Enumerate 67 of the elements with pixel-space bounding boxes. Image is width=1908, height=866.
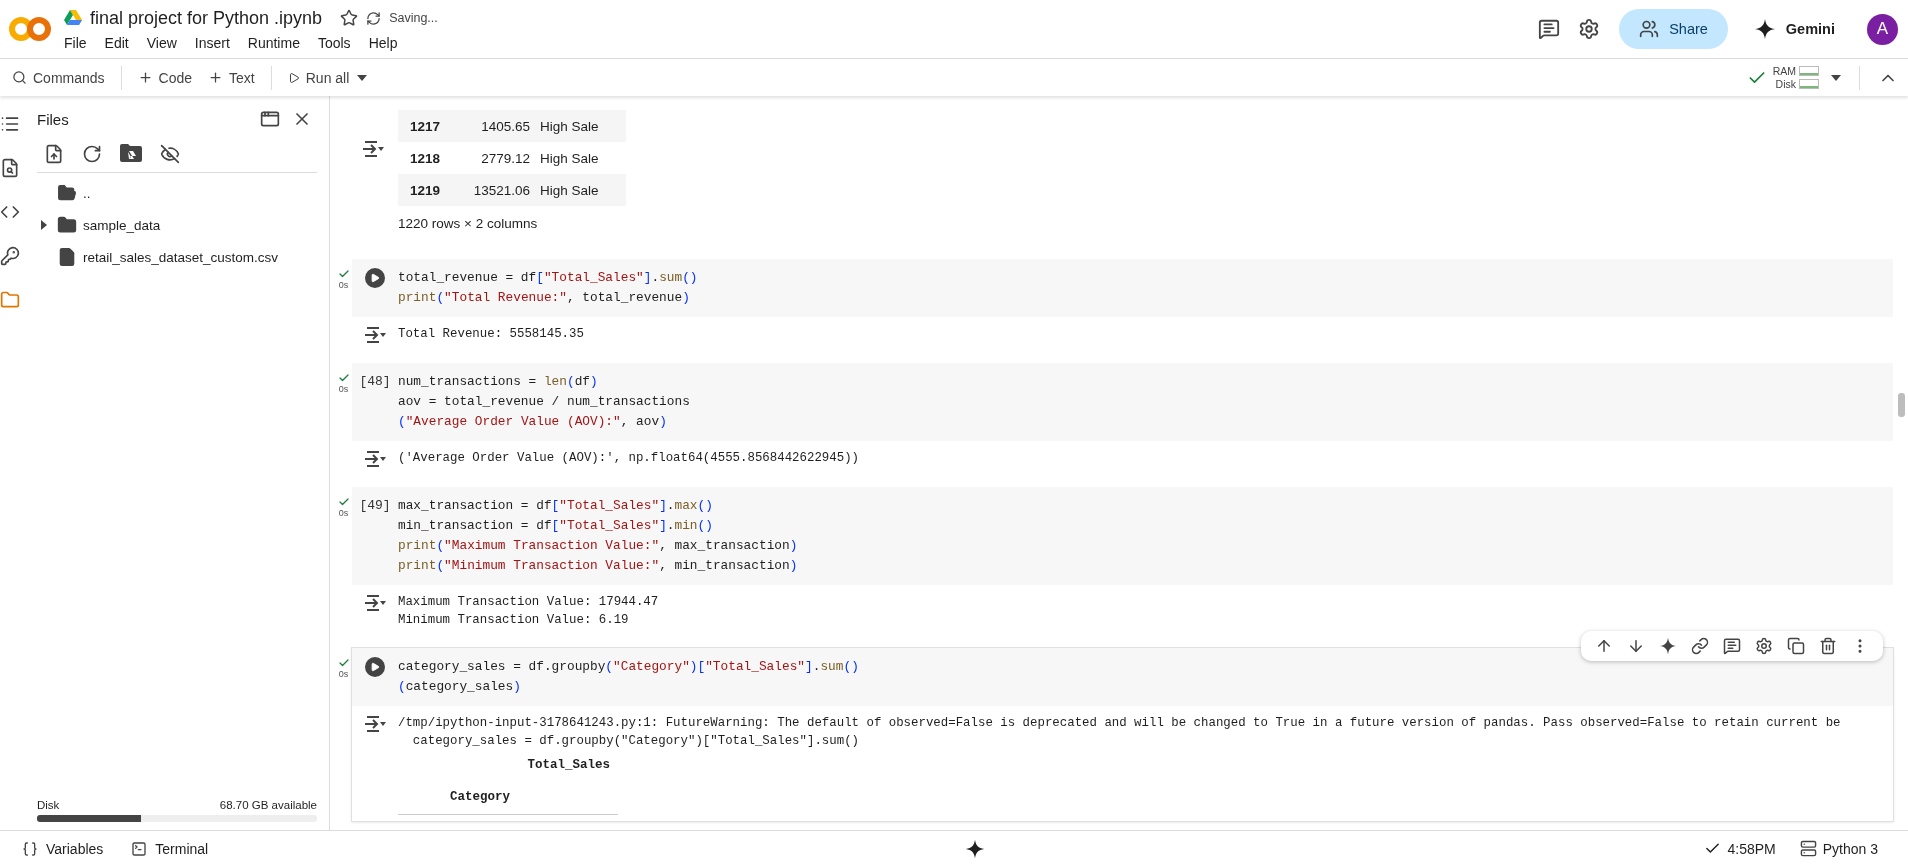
- menu-item[interactable]: Runtime: [247, 34, 307, 51]
- code-line: num_transactions = len(df): [398, 373, 599, 391]
- file-name[interactable]: retail_sales_dataset_custom.csv: [83, 249, 279, 265]
- table-cell: High Sale: [540, 118, 599, 134]
- menu-item[interactable]: Edit: [104, 34, 136, 51]
- table-cell-text: 2779.12: [480, 150, 530, 166]
- column-header: Total_Sales: [527, 758, 610, 774]
- disk-label: Disk: [1775, 78, 1796, 90]
- dataframe-size-label: 1220 rows × 2 columns: [398, 216, 539, 231]
- run-duration: 0s: [338, 280, 349, 290]
- file-name[interactable]: ..: [83, 185, 91, 201]
- code-line: min_transaction = df["Total_Sales"].min(): [398, 517, 714, 535]
- menu-item[interactable]: View: [146, 34, 184, 51]
- code-line: print("Minimum Transaction Value:", min_transaction): [398, 557, 798, 575]
- table-cell: High Sale: [540, 150, 599, 166]
- row-index: 1219: [410, 182, 442, 198]
- save-time: 4:58PM: [1727, 840, 1776, 857]
- menu-item[interactable]: File: [64, 34, 94, 51]
- code-cell[interactable]: [48] num_transactions = len(df) aov = total_revenue / num_transactions ("Average Order Value (AOV):", aov): [352, 363, 1893, 441]
- code-cell[interactable]: total_revenue = df["Total_Sales"].sum() print("Total Revenue:", total_revenue): [352, 259, 1893, 317]
- menu-item[interactable]: Tools: [317, 34, 358, 51]
- run-duration: 0s: [338, 669, 349, 679]
- share-button[interactable]: Share: [1619, 9, 1728, 49]
- table-cell-text: 1405.65: [480, 118, 530, 134]
- code-line: print("Total Revenue:", total_revenue): [398, 289, 691, 307]
- gemini-button[interactable]: Gemini: [1743, 11, 1845, 47]
- run-all-button[interactable]: Run all: [279, 62, 358, 93]
- commands-button[interactable]: Commands: [4, 62, 113, 93]
- code-line: print("Maximum Transaction Value:", max_transaction): [398, 537, 798, 555]
- code-cell[interactable]: [49] max_transaction = df["Total_Sales"].max() min_transaction = df["Total_Sales"].min() print("Maximum Transaction Value:", max_transaction) print("Minimum Transaction Value:", min_transaction): [352, 487, 1893, 585]
- menu-item[interactable]: Insert: [194, 34, 237, 51]
- variables-button[interactable]: Variables: [16, 839, 110, 858]
- add-code-button[interactable]: Code: [129, 62, 201, 93]
- code-line: (category_sales): [398, 678, 522, 696]
- output-line: /tmp/ipython-input-3178641243.py:1: FutureWarning: The default of observed=False is deprecated and will be changed to True in a future version of pandas. Pass observed=False to retain current be: [398, 715, 1841, 732]
- terminal-button[interactable]: Terminal: [125, 839, 215, 858]
- save-status: Saving...: [389, 11, 438, 25]
- ram-label: RAM: [1772, 65, 1796, 77]
- output-line: Minimum Transaction Value: 6.19: [398, 612, 630, 629]
- disk-available: 68.70 GB available: [219, 799, 317, 811]
- disk-label: Disk: [37, 799, 60, 811]
- panel-title: Files: [37, 110, 70, 128]
- output-line: Total Revenue: 5558145.35: [398, 326, 584, 343]
- index-header: Category: [450, 789, 511, 806]
- row-index: 1218: [410, 150, 442, 166]
- user-avatar[interactable]: A: [1867, 13, 1898, 45]
- run-duration: 0s: [338, 508, 349, 518]
- file-name[interactable]: sample_data: [83, 217, 161, 233]
- menu-item[interactable]: Help: [368, 34, 405, 51]
- run-duration: 0s: [338, 384, 349, 394]
- row-index: 1217: [410, 118, 442, 134]
- output-line: Maximum Transaction Value: 17944.47: [398, 594, 659, 611]
- add-text-button[interactable]: Text: [200, 62, 263, 93]
- execution-count: [48]: [359, 373, 391, 391]
- table-cell: High Sale: [540, 182, 599, 198]
- code-line: category_sales = df.groupby("Category")["Total_Sales"].sum(): [398, 658, 859, 676]
- code-line: total_revenue = df["Total_Sales"].sum(): [398, 269, 698, 287]
- execution-count: [49]: [359, 497, 391, 515]
- code-line: max_transaction = df["Total_Sales"].max(): [398, 497, 714, 515]
- code-line: ("Average Order Value (AOV):", aov): [398, 413, 668, 431]
- code-line: aov = total_revenue / num_transactions: [398, 393, 690, 411]
- output-line: category_sales = df.groupby("Category")["Total_Sales"].sum(): [411, 733, 860, 750]
- notebook-title[interactable]: final project for Python .ipynb: [90, 7, 323, 29]
- runtime-label[interactable]: Python 3: [1822, 840, 1878, 857]
- table-cell-text: 13521.06: [472, 182, 530, 198]
- code-cell[interactable]: category_sales = df.groupby("Category")["Total_Sales"].sum() (category_sales): [352, 648, 1893, 706]
- output-line: ('Average Order Value (AOV):', np.float64(4555.8568442622945)): [398, 450, 859, 467]
